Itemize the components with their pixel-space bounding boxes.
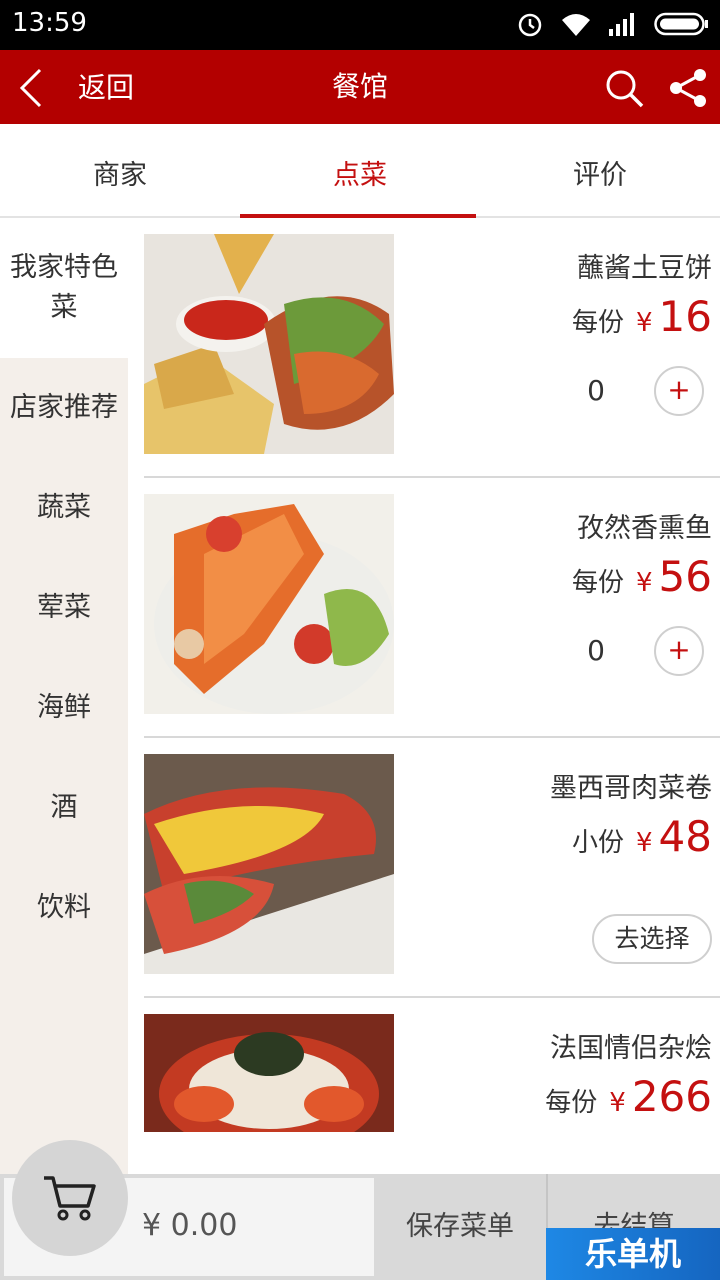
back-button[interactable]: 返回 — [18, 68, 138, 108]
signal-icon — [609, 13, 634, 36]
category-item-seafood[interactable]: 海鲜 — [0, 658, 128, 758]
dish-photo[interactable] — [144, 754, 394, 974]
currency-symbol: ¥ — [636, 828, 653, 858]
dish-price-row: 每份 ¥ 266 — [545, 1072, 712, 1121]
currency-symbol: ¥ — [636, 568, 653, 598]
dish-quantity: 0 — [587, 374, 605, 407]
dish-photo[interactable] — [144, 494, 394, 714]
dish-price: 16 — [658, 292, 712, 341]
category-item-meat[interactable]: 荤菜 — [0, 558, 128, 658]
add-dish-button[interactable]: + — [654, 366, 704, 416]
add-dish-button[interactable]: + — [654, 626, 704, 676]
dish-price-row: 每份 ¥ 56 — [572, 552, 712, 601]
share-icon[interactable] — [668, 68, 708, 108]
dish-name: 孜然香熏鱼 — [577, 513, 712, 544]
tab-order[interactable]: 点菜 — [240, 124, 480, 218]
alarm-icon — [518, 13, 542, 37]
dish-list[interactable]: 蘸酱土豆饼 每份 ¥ 16 0 + 孜然香熏鱼 每份 ¥ 56 0 + 墨西哥肉… — [128, 218, 720, 1174]
dish-item: 蘸酱土豆饼 每份 ¥ 16 0 + — [144, 218, 720, 478]
chevron-left-icon — [19, 68, 42, 108]
dish-name: 法国情侣杂烩 — [550, 1033, 712, 1064]
order-total: ¥ 0.00 — [142, 1208, 238, 1243]
dish-quantity: 0 — [587, 634, 605, 667]
battery-icon — [654, 12, 708, 36]
category-item-special[interactable]: 我家特色菜 — [0, 218, 128, 358]
category-item-vegetables[interactable]: 蔬菜 — [0, 458, 128, 558]
status-time: 13:59 — [12, 8, 87, 38]
dish-item: 法国情侣杂烩 每份 ¥ 266 — [144, 998, 720, 1174]
status-icons — [516, 10, 710, 38]
dish-price: 56 — [658, 552, 712, 601]
choose-option-button[interactable]: 去选择 — [592, 914, 712, 964]
dish-photo[interactable] — [144, 234, 394, 454]
dish-price-row: 每份 ¥ 16 — [572, 292, 712, 341]
dish-unit: 每份 — [571, 568, 624, 598]
category-item-drinks[interactable]: 饮料 — [0, 858, 128, 958]
save-menu-button[interactable]: 保存菜单 — [376, 1174, 544, 1280]
tab-merchant[interactable]: 商家 — [0, 124, 240, 218]
dish-price: 48 — [658, 812, 712, 861]
category-sidebar: 我家特色菜 店家推荐 蔬菜 荤菜 海鲜 酒 饮料 — [0, 218, 128, 1174]
tab-bar: 商家 点菜 评价 — [0, 124, 720, 218]
dish-item: 墨西哥肉菜卷 小份 ¥ 48 去选择 — [144, 738, 720, 998]
dish-unit: 小份 — [571, 828, 624, 858]
tab-reviews[interactable]: 评价 — [480, 124, 720, 218]
category-item-wine[interactable]: 酒 — [0, 758, 128, 858]
dish-unit: 每份 — [545, 1088, 598, 1118]
app-bar: 餐馆 返回 — [0, 50, 720, 124]
dish-photo[interactable] — [144, 1014, 394, 1132]
category-item-recommended[interactable]: 店家推荐 — [0, 358, 128, 458]
currency-symbol: ¥ — [609, 1088, 626, 1118]
dish-price: 266 — [631, 1072, 712, 1121]
status-bar: 13:59 — [0, 0, 720, 50]
dish-name: 墨西哥肉菜卷 — [550, 773, 712, 804]
dish-price-row: 小份 ¥ 48 — [572, 812, 712, 861]
watermark-logo: 乐单机 — [546, 1228, 720, 1280]
back-label: 返回 — [78, 71, 135, 104]
cart-icon — [44, 1176, 96, 1221]
search-icon[interactable] — [604, 68, 644, 108]
cart-button[interactable] — [12, 1140, 128, 1256]
dish-name: 蘸酱土豆饼 — [577, 253, 712, 284]
dish-unit: 每份 — [571, 308, 624, 338]
dish-item: 孜然香熏鱼 每份 ¥ 56 0 + — [144, 478, 720, 738]
wifi-icon — [562, 14, 590, 36]
currency-symbol: ¥ — [636, 308, 653, 338]
